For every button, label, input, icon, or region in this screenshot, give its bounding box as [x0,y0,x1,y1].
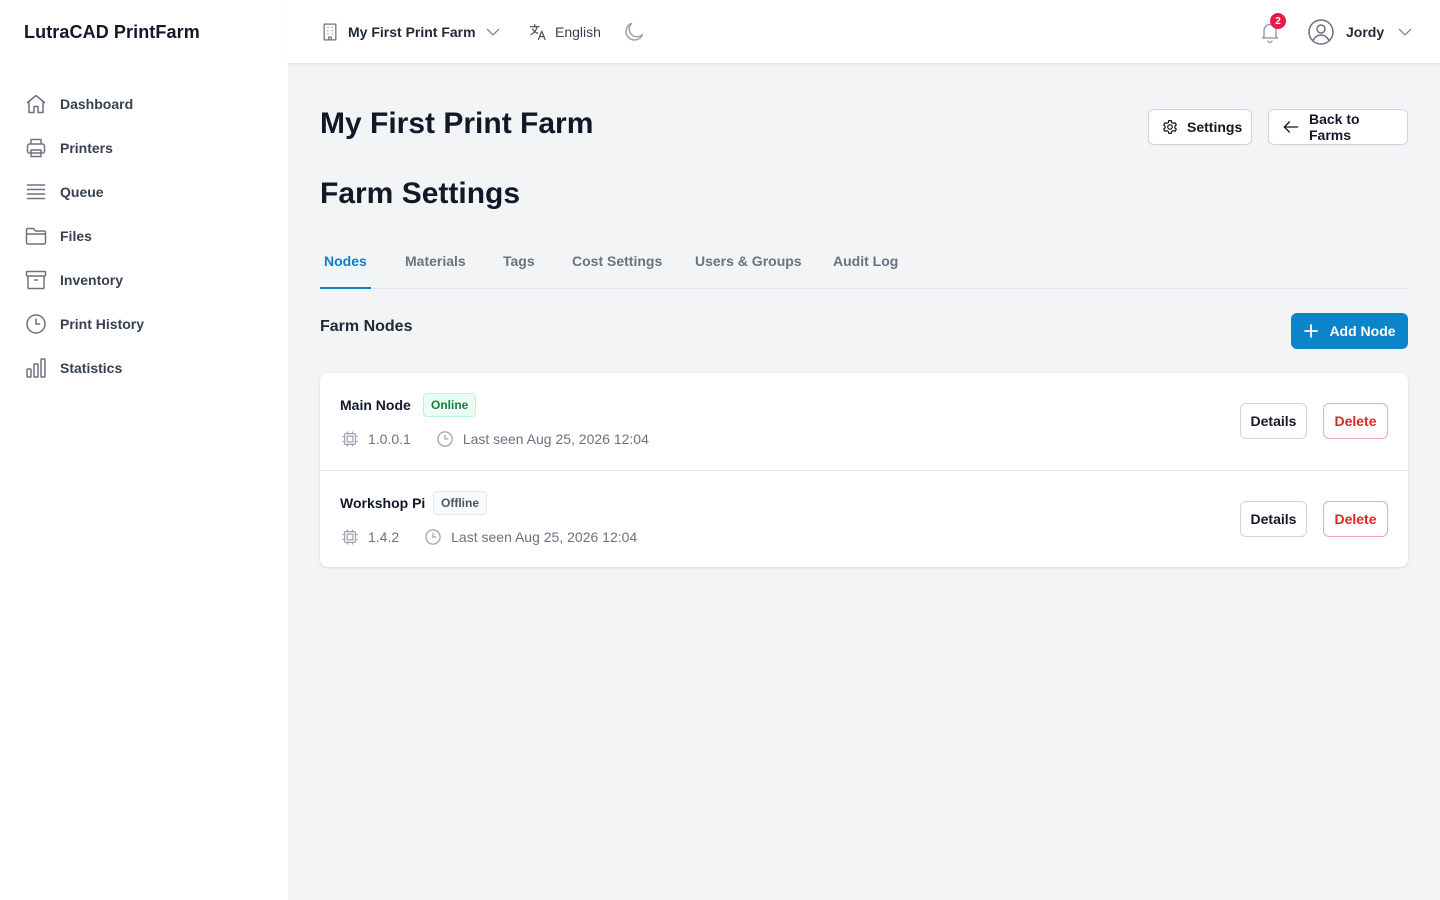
add-node-label: Add Node [1329,323,1396,339]
printer-icon [24,136,48,160]
chip-icon [340,527,360,547]
tab-tags[interactable]: Tags [503,240,535,289]
home-icon [24,92,48,116]
app-title: LutraCAD PrintFarm [24,22,200,42]
gear-icon [1161,118,1179,136]
sidebar-item-label: Statistics [60,360,123,376]
translate-icon [528,22,548,42]
settings-tabs: Nodes Materials Tags Cost Settings Users… [320,240,1408,289]
moon-icon[interactable] [622,20,646,44]
settings-button[interactable]: Settings [1148,109,1252,145]
sidebar-item-label: Printers [60,140,113,156]
tab-cost-settings[interactable]: Cost Settings [572,240,662,289]
delete-button[interactable]: Delete [1323,403,1388,439]
sidebar-item-label: Dashboard [60,96,134,112]
back-to-farms-button[interactable]: Back to Farms [1268,109,1408,145]
sidebar-item-label: Files [60,228,92,244]
arrow-left-icon [1281,117,1301,137]
sidebar-item-label: Inventory [60,272,124,288]
tab-materials[interactable]: Materials [405,240,466,289]
node-last-seen: Last seen Aug 25, 2026 12:04 [451,529,638,545]
sidebar-item-statistics[interactable]: Statistics [0,346,288,390]
section-title: Farm Settings [320,177,521,210]
top-bar: My First Print Farm English 2 Jordy [288,0,1440,64]
node-last-seen: Last seen Aug 25, 2026 12:04 [462,431,649,447]
language-label: English [555,24,601,40]
chip-icon [340,429,360,449]
nodes-list: Main Node Online 1.0.0.1 Last seen Aug 2… [320,373,1408,567]
clock-icon [435,429,455,449]
list-item: Workshop Pi Offline 1.4.2 Last seen Aug … [320,470,1408,567]
farm-nodes-heading: Farm Nodes [320,318,413,335]
bar-chart-icon [24,356,48,380]
user-menu[interactable]: Jordy [1307,18,1414,46]
node-meta: 1.0.0.1 Last seen Aug 25, 2026 12:04 [340,429,649,449]
status-badge: Offline [433,491,487,515]
node-meta: 1.4.2 Last seen Aug 25, 2026 12:04 [340,527,637,547]
archive-icon [24,268,48,292]
clock-icon [423,527,443,547]
page-title: My First Print Farm [320,107,594,140]
language-selector[interactable]: English [528,20,601,44]
notification-count-badge: 2 [1270,13,1286,29]
details-button[interactable]: Details [1240,403,1307,439]
chevron-down-icon [484,23,502,41]
sidebar-item-label: Print History [60,316,145,332]
user-avatar-icon [1307,18,1335,46]
tab-audit-log[interactable]: Audit Log [833,240,898,289]
node-name: Workshop Pi [340,495,426,511]
queue-icon [24,180,48,204]
building-icon [320,22,340,42]
node-name: Main Node [340,397,411,413]
delete-button[interactable]: Delete [1323,501,1388,537]
folder-icon [24,224,48,248]
sidebar-item-printers[interactable]: Printers [0,126,288,170]
plus-icon [1303,323,1319,339]
details-button[interactable]: Details [1240,501,1307,537]
tab-nodes[interactable]: Nodes [320,240,371,289]
sidebar-nav: Dashboard Printers Queue Files Inventory [0,82,288,390]
farm-selector-label: My First Print Farm [348,24,476,40]
sidebar-item-files[interactable]: Files [0,214,288,258]
settings-button-label: Settings [1187,119,1243,135]
chevron-down-icon [1396,23,1414,41]
farm-selector[interactable]: My First Print Farm [320,20,502,44]
clock-icon [24,312,48,336]
tab-users-groups[interactable]: Users & Groups [695,240,802,289]
sidebar-item-print-history[interactable]: Print History [0,302,288,346]
sidebar-item-queue[interactable]: Queue [0,170,288,214]
sidebar: LutraCAD PrintFarm Dashboard Printers Qu… [0,0,288,900]
node-version: 1.4.2 [368,529,400,545]
sidebar-item-inventory[interactable]: Inventory [0,258,288,302]
sidebar-item-label: Queue [60,184,104,200]
status-badge: Online [423,393,477,417]
back-button-label: Back to Farms [1309,111,1360,143]
node-version: 1.0.0.1 [368,431,411,447]
add-node-button[interactable]: Add Node [1291,313,1408,349]
list-item: Main Node Online 1.0.0.1 Last seen Aug 2… [320,373,1408,470]
sidebar-item-dashboard[interactable]: Dashboard [0,82,288,126]
user-name: Jordy [1346,24,1385,40]
